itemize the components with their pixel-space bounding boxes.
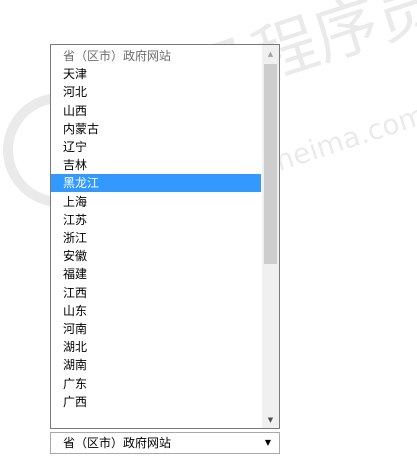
option-item[interactable]: 黑龙江 <box>51 174 261 193</box>
triangle-up-icon: ▲ <box>267 49 274 58</box>
option-item[interactable]: 湖南 <box>51 356 261 374</box>
scroll-up-button[interactable]: ▲ <box>262 45 279 62</box>
scroll-down-button[interactable]: ▼ <box>262 411 279 428</box>
option-placeholder[interactable]: 省（区市）政府网站 <box>51 47 261 65</box>
triangle-down-icon: ▼ <box>264 438 271 447</box>
province-select[interactable]: 省（区市）政府网站 ▼ <box>50 432 280 454</box>
page: 黑马程序员 www.itheima.com 省（区市）政府网站天津河北山西内蒙古… <box>0 0 417 466</box>
option-item[interactable]: 浙江 <box>51 229 261 247</box>
option-item[interactable]: 吉林 <box>51 156 261 174</box>
option-item[interactable]: 辽宁 <box>51 138 261 156</box>
option-item[interactable]: 江苏 <box>51 211 261 229</box>
option-item[interactable]: 天津 <box>51 65 261 83</box>
list-scrollbar[interactable]: ▲ ▼ <box>262 45 279 428</box>
province-listbox[interactable]: 省（区市）政府网站 天津 河北 山西 内蒙古 辽宁 吉林 黑龙江 上海 江苏 浙江 安徽 福建 江西 山东河… <box>50 44 280 429</box>
select-value: 省（区市）政府网站 <box>63 436 172 450</box>
option-item[interactable]: 湖北 <box>51 338 261 356</box>
option-item[interactable]: 河北 <box>51 83 261 101</box>
option-item[interactable]: 山东 <box>51 302 261 320</box>
option-item[interactable]: 江西 <box>51 284 261 302</box>
option-item[interactable]: 上海 <box>51 193 261 211</box>
option-item[interactable]: 福建 <box>51 265 261 283</box>
option-item[interactable]: 广西 <box>51 393 261 411</box>
option-item[interactable]: 河南 <box>51 320 261 338</box>
option-item[interactable]: 广东 <box>51 375 261 393</box>
option-item[interactable]: 内蒙古 <box>51 120 261 138</box>
triangle-down-icon: ▼ <box>267 415 274 424</box>
option-item[interactable]: 山西 <box>51 102 261 120</box>
option-item[interactable]: 安徽 <box>51 247 261 265</box>
scrollbar-thumb[interactable] <box>264 64 277 264</box>
